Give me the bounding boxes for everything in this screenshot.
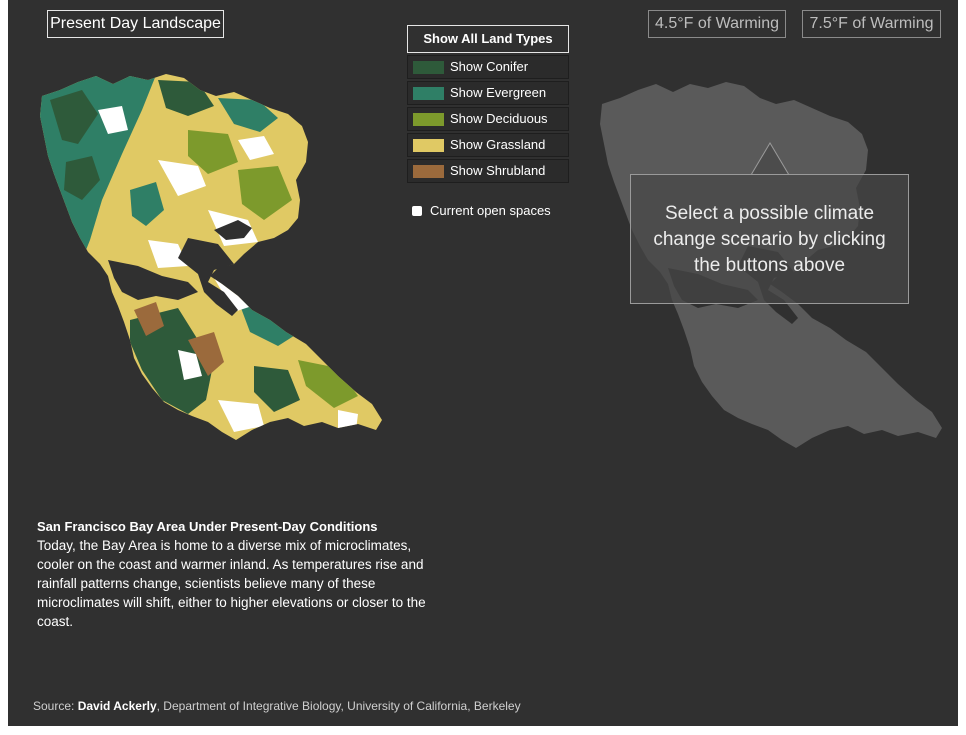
open-spaces-label: Current open spaces [430, 203, 551, 218]
legend-deciduous-button[interactable]: Show Deciduous [407, 107, 569, 131]
grassland-swatch [413, 139, 444, 152]
legend-label: Show Conifer [450, 59, 529, 74]
legend-label: Show Shrubland [450, 163, 546, 178]
legend-label: Show Grassland [450, 137, 546, 152]
legend-conifer-button[interactable]: Show Conifer [407, 55, 569, 79]
shrubland-swatch [413, 165, 444, 178]
scenario-prompt-box: Select a possible climate change scenari… [630, 174, 909, 304]
description-title: San Francisco Bay Area Under Present-Day… [37, 519, 378, 534]
source-prefix: Source: [33, 699, 78, 713]
prompt-arrow-icon [751, 142, 789, 176]
checkbox-box [412, 206, 422, 216]
legend-label: Show Evergreen [450, 85, 547, 100]
legend-grassland-button[interactable]: Show Grassland [407, 133, 569, 157]
prompt-line: change scenario by clicking [653, 229, 886, 250]
show-all-land-types-button[interactable]: Show All Land Types [407, 25, 569, 53]
deciduous-swatch [413, 113, 444, 126]
legend-shrubland-button[interactable]: Show Shrubland [407, 159, 569, 183]
present-day-button[interactable]: Present Day Landscape [47, 10, 224, 38]
source-credit: Source: David Ackerly, Department of Int… [33, 699, 521, 713]
scenario-prompt-text: Select a possible climate change scenari… [631, 201, 908, 279]
legend-label: Show Deciduous [450, 111, 548, 126]
open-spaces-checkbox[interactable]: Current open spaces [412, 204, 551, 218]
description-body: Today, the Bay Area is home to a diverse… [37, 538, 426, 629]
prompt-line: Select a possible climate [664, 203, 875, 224]
source-affiliation: , Department of Integrative Biology, Uni… [156, 699, 521, 713]
source-author: David Ackerly [77, 699, 157, 713]
warming-7-5-button[interactable]: 7.5°F of Warming [802, 10, 941, 38]
legend-evergreen-button[interactable]: Show Evergreen [407, 81, 569, 105]
interactive-panel: Present Day Landscape 4.5°F of Warming 7… [8, 0, 958, 726]
prompt-line: the buttons above [693, 255, 846, 276]
warming-4-5-button[interactable]: 4.5°F of Warming [648, 10, 786, 38]
present-day-land-cover-map [40, 74, 382, 440]
evergreen-swatch [413, 87, 444, 100]
conifer-swatch [413, 61, 444, 74]
